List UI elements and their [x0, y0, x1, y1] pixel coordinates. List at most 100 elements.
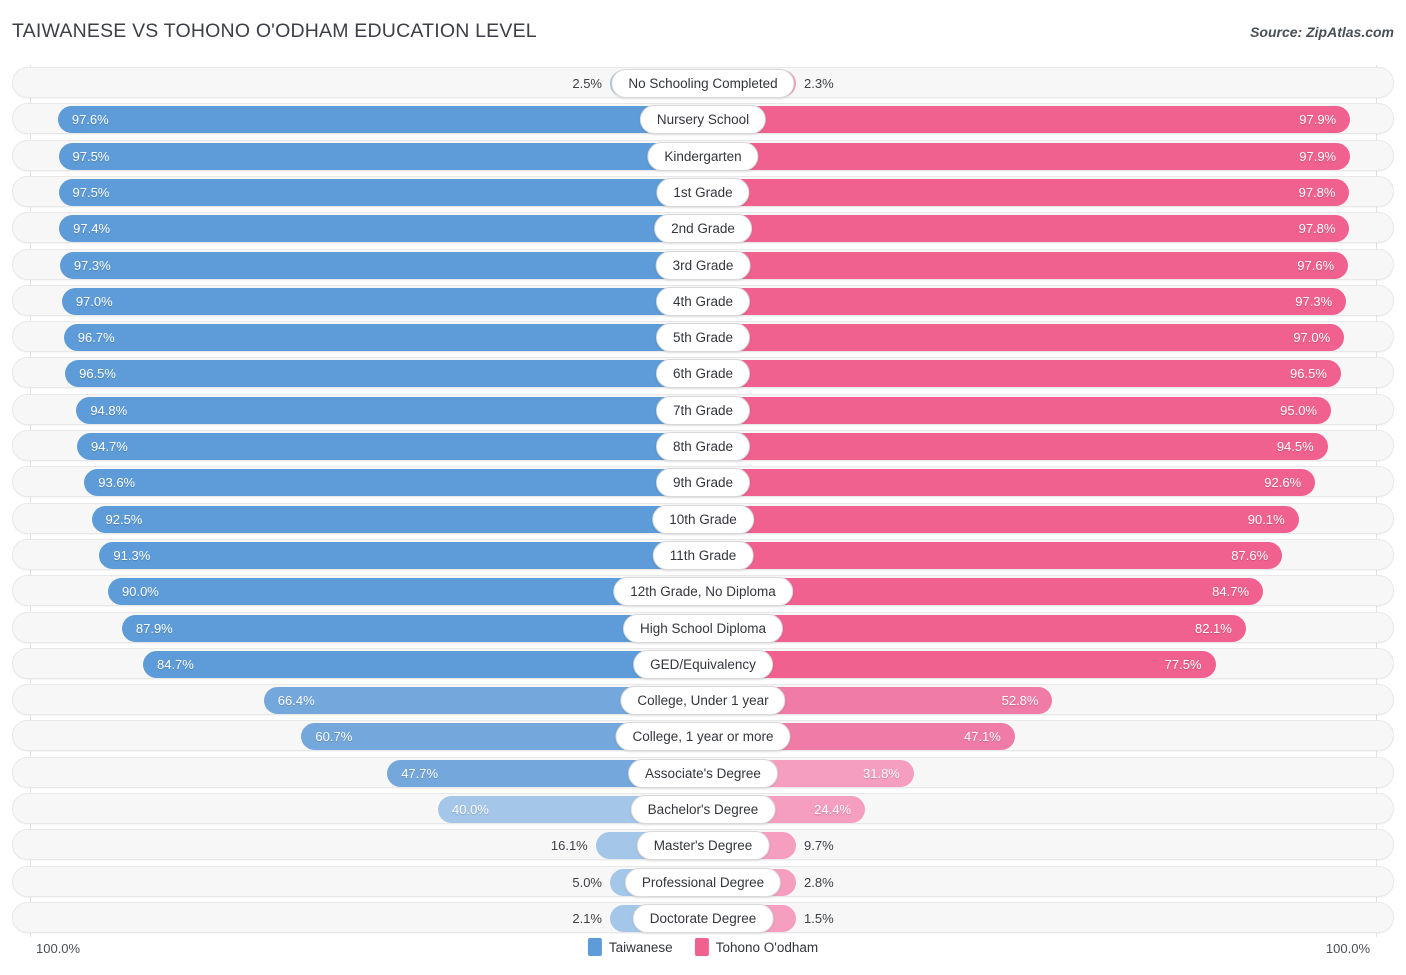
bar-taiwanese[interactable]: 96.5% [65, 360, 702, 388]
bar-value-taiwanese: 97.6% [71, 112, 109, 128]
bar-tohono-oodham[interactable]: 97.8% [704, 178, 1350, 206]
bar-tohono-oodham[interactable]: 97.3% [704, 287, 1347, 315]
legend: Taiwanese Tohono O'odham [587, 938, 819, 956]
category-label: College, 1 year or more [615, 722, 791, 752]
category-label: 10th Grade [652, 504, 754, 534]
legend-swatch-icon [587, 938, 602, 956]
chart-row: 97.0% 97.3% 4th Grade [12, 284, 1394, 316]
category-label: 3rd Grade [655, 250, 751, 280]
legend-label: Tohono O'odham [715, 939, 819, 955]
bar-taiwanese[interactable]: 91.3% [99, 541, 702, 569]
bar-taiwanese[interactable]: 97.5% [58, 178, 702, 206]
chart-row: 84.7% 77.5% GED/Equivalency [12, 647, 1394, 679]
bar-value-tohono-oodham: 1.5% [804, 910, 834, 926]
chart-row: 66.4% 52.8% College, Under 1 year [12, 684, 1394, 716]
category-label: Nursery School [639, 105, 767, 135]
bar-taiwanese[interactable]: 97.5% [58, 142, 702, 170]
bar-taiwanese[interactable]: 97.0% [61, 287, 702, 315]
chart-row: 97.6% 97.9% Nursery School [12, 103, 1394, 135]
page-title: TAIWANESE VS TOHONO O'ODHAM EDUCATION LE… [12, 20, 537, 42]
legend-item[interactable]: Taiwanese [587, 938, 673, 956]
bar-tohono-oodham[interactable]: 82.1% [704, 614, 1246, 642]
legend-swatch-icon [694, 938, 709, 956]
bar-tohono-oodham[interactable]: 96.5% [704, 360, 1341, 388]
bar-taiwanese[interactable]: 94.8% [76, 396, 702, 424]
bar-value-tohono-oodham: 2.3% [804, 76, 834, 91]
bar-tohono-oodham[interactable]: 97.9% [704, 142, 1351, 170]
bar-value-taiwanese: 97.5% [72, 148, 110, 164]
chart-row: 97.3% 97.6% 3rd Grade [12, 248, 1394, 280]
bar-value-tohono-oodham: 97.9% [1299, 112, 1337, 128]
bar-taiwanese[interactable]: 87.9% [121, 614, 702, 642]
chart-row: 97.4% 97.8% 2nd Grade [12, 212, 1394, 244]
bar-value-tohono-oodham: 97.6% [1297, 257, 1335, 273]
chart-row: 2.5% 2.3% No Schooling Completed [12, 67, 1394, 98]
bar-tohono-oodham[interactable]: 97.0% [704, 324, 1345, 352]
bar-tohono-oodham[interactable]: 87.6% [704, 541, 1283, 569]
bar-tohono-oodham[interactable]: 97.9% [704, 106, 1351, 134]
source-attribution: Source: ZipAtlas.com [1250, 24, 1394, 40]
bar-value-taiwanese: 97.3% [73, 257, 111, 273]
bar-taiwanese[interactable]: 97.4% [59, 215, 702, 243]
bar-value-taiwanese: 47.7% [401, 765, 439, 781]
category-label: Associate's Degree [628, 758, 778, 788]
bar-taiwanese[interactable]: 93.6% [84, 469, 702, 497]
bar-value-taiwanese: 93.6% [98, 475, 136, 491]
chart-row: 94.7% 94.5% 8th Grade [12, 430, 1394, 461]
category-label: 11th Grade [652, 540, 754, 570]
category-label: 5th Grade [655, 323, 751, 353]
bar-tohono-oodham[interactable]: 94.5% [704, 433, 1328, 460]
category-label: No Schooling Completed [611, 69, 795, 98]
category-label: High School Diploma [622, 613, 784, 643]
bar-value-taiwanese: 84.7% [156, 656, 194, 672]
bar-taiwanese[interactable]: 84.7% [142, 650, 702, 678]
bar-value-taiwanese: 66.4% [277, 693, 315, 709]
bar-value-taiwanese: 97.0% [75, 293, 113, 309]
chart-row: 90.0% 84.7% 12th Grade, No Diploma [12, 575, 1394, 607]
bar-value-tohono-oodham: 2.8% [804, 874, 834, 890]
bar-tohono-oodham[interactable]: 97.8% [704, 215, 1350, 243]
bar-tohono-oodham[interactable]: 95.0% [704, 396, 1331, 424]
bar-value-tohono-oodham: 9.7% [804, 838, 834, 854]
bar-value-tohono-oodham: 24.4% [814, 802, 852, 817]
chart-row: 96.5% 96.5% 6th Grade [12, 357, 1394, 389]
chart-root: TAIWANESE VS TOHONO O'ODHAM EDUCATION LE… [0, 0, 1406, 975]
category-label: Kindergarten [647, 141, 759, 171]
bar-taiwanese[interactable]: 94.7% [76, 433, 702, 460]
bar-tohono-oodham[interactable]: 90.1% [704, 505, 1299, 533]
chart-row: 97.5% 97.9% Kindergarten [12, 139, 1394, 171]
bar-value-tohono-oodham: 82.1% [1194, 620, 1232, 636]
chart-row: 91.3% 87.6% 11th Grade [12, 538, 1394, 570]
bar-value-tohono-oodham: 97.8% [1298, 221, 1336, 237]
bar-taiwanese[interactable]: 96.7% [63, 324, 702, 352]
bar-taiwanese[interactable]: 92.5% [91, 505, 702, 533]
chart-row: 60.7% 47.1% College, 1 year or more [12, 720, 1394, 752]
bar-value-taiwanese: 2.5% [572, 76, 602, 91]
legend-item[interactable]: Tohono O'odham [694, 938, 819, 956]
bar-value-tohono-oodham: 97.8% [1298, 184, 1336, 200]
bar-taiwanese[interactable]: 97.6% [57, 106, 702, 134]
bar-value-tohono-oodham: 77.5% [1164, 656, 1202, 672]
bar-value-taiwanese: 40.0% [452, 802, 489, 817]
bar-tohono-oodham[interactable]: 97.6% [704, 251, 1349, 279]
bar-value-tohono-oodham: 95.0% [1280, 402, 1317, 418]
bar-value-taiwanese: 5.0% [572, 874, 602, 890]
bar-value-tohono-oodham: 47.1% [963, 729, 1001, 745]
bar-value-tohono-oodham: 97.9% [1299, 148, 1337, 164]
category-label: GED/Equivalency [633, 649, 773, 679]
bar-value-tohono-oodham: 31.8% [863, 765, 900, 781]
bar-value-taiwanese: 92.5% [105, 511, 143, 527]
category-label: 2nd Grade [654, 214, 752, 244]
category-label: Bachelor's Degree [630, 795, 776, 824]
category-label: Master's Degree [636, 831, 770, 861]
bar-tohono-oodham[interactable]: 92.6% [704, 469, 1316, 497]
bar-value-taiwanese: 97.4% [73, 221, 111, 237]
chart-row: 47.7% 31.8% Associate's Degree [12, 756, 1394, 788]
bar-value-tohono-oodham: 97.3% [1295, 293, 1333, 309]
bar-tohono-oodham[interactable]: 77.5% [704, 650, 1216, 678]
bar-value-tohono-oodham: 96.5% [1290, 366, 1327, 382]
bar-value-taiwanese: 60.7% [315, 729, 353, 745]
bar-taiwanese[interactable]: 97.3% [59, 251, 702, 279]
legend-label: Taiwanese [608, 939, 673, 955]
bar-value-taiwanese: 97.5% [72, 184, 110, 200]
